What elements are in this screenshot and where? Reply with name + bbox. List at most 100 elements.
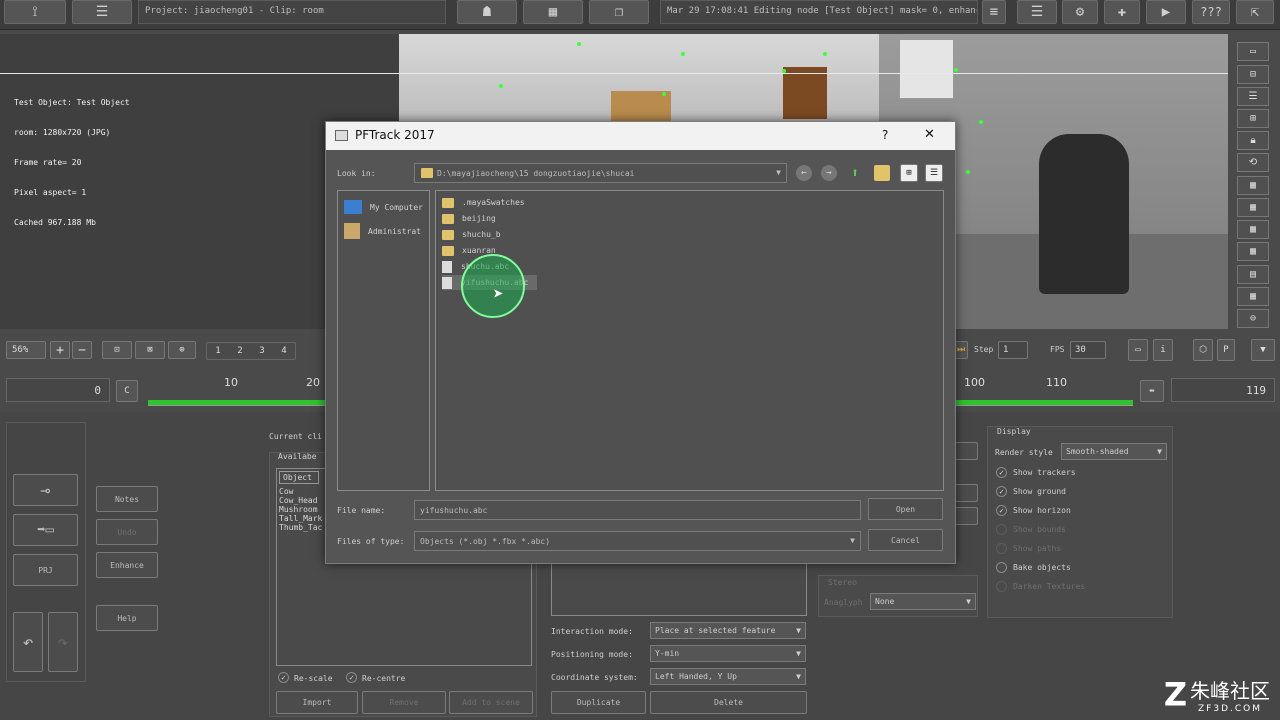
status-menu-button[interactable]: ≡ <box>982 0 1006 24</box>
side-field-1[interactable] <box>954 442 978 460</box>
view-1-button[interactable]: 1 <box>215 346 220 356</box>
tracker-point[interactable] <box>979 120 983 124</box>
view-single-button[interactable]: ▭ <box>1237 42 1269 61</box>
rescale-checkbox[interactable]: ✓ <box>278 672 289 683</box>
orbit-button[interactable]: ⟲ <box>1237 153 1269 172</box>
tracker-point[interactable] <box>499 84 503 88</box>
grid-wide-button[interactable]: ▤ <box>1237 265 1269 284</box>
list-header[interactable]: Object <box>279 471 319 484</box>
coordinate-system-select[interactable]: Left Handed, Y Up <box>650 668 806 685</box>
new-folder-button[interactable] <box>874 165 890 181</box>
zoom-in-button[interactable]: + <box>50 341 70 359</box>
import-button[interactable]: Import <box>276 691 358 714</box>
list-item[interactable]: Tall_Mark <box>279 514 322 523</box>
tracker-point[interactable] <box>954 68 958 72</box>
grid-remove-button[interactable]: ▦ <box>1237 220 1269 239</box>
node-tree-button[interactable]: ⟟ <box>4 0 66 24</box>
recentre-checkbox[interactable]: ✓ <box>346 672 357 683</box>
docs-view-button[interactable]: ❐ <box>589 0 649 24</box>
sidebar-item-my-computer[interactable]: My Computer <box>344 197 423 217</box>
list-item[interactable]: Cow <box>279 487 322 496</box>
back-button[interactable]: ← <box>796 165 812 181</box>
display-mode-button[interactable]: ▭ <box>1128 339 1148 361</box>
end-frame-field[interactable]: 119 <box>1171 378 1275 402</box>
display-option-checkbox[interactable] <box>996 524 1007 535</box>
zoom-field[interactable]: 56% <box>6 341 46 359</box>
list-item[interactable]: Thumb_Tac <box>279 523 322 532</box>
render-style-select[interactable]: Smooth-shaded <box>1061 443 1167 460</box>
delete-button[interactable]: Delete <box>650 691 807 714</box>
display-option-checkbox[interactable] <box>996 543 1007 554</box>
export-button[interactable]: ✚ <box>1104 0 1140 24</box>
help-button[interactable]: ??? <box>1192 0 1230 24</box>
redo-button[interactable]: ↷ <box>48 612 78 672</box>
tracker-point[interactable] <box>577 42 581 46</box>
dialog-close-button[interactable]: ✕ <box>924 127 935 142</box>
notes-button[interactable]: Notes <box>96 486 158 512</box>
add-to-scene-button[interactable]: Add to scene <box>449 691 533 714</box>
list-item[interactable]: Cow_Head <box>279 496 322 505</box>
file-list[interactable]: .mayaSwatchesbeijingshuchu_bxuanranshuch… <box>435 190 944 491</box>
duplicate-button[interactable]: Duplicate <box>551 691 646 714</box>
node-connect-button[interactable]: ⊸ <box>13 474 78 506</box>
zoom-fit-button[interactable]: ⊖ <box>1237 309 1269 328</box>
grid-large-button[interactable]: ▦ <box>1237 287 1269 306</box>
remove-button[interactable]: Remove <box>362 691 446 714</box>
p-button[interactable]: P <box>1217 339 1235 361</box>
file-type-select[interactable]: Objects (*.obj *.fbx *.abc) ▼ <box>414 531 861 551</box>
interaction-mode-select[interactable]: Place at selected feature <box>650 622 806 639</box>
step-field[interactable]: 1 <box>998 341 1028 359</box>
view-2-button[interactable]: 2 <box>237 346 242 356</box>
zoom-out-button[interactable]: − <box>72 341 92 359</box>
anaglyph-select[interactable]: None <box>870 593 976 610</box>
display-option-checkbox[interactable]: ✓ <box>996 486 1007 497</box>
tracker-point[interactable] <box>823 52 827 56</box>
undo-button[interactable]: ↶ <box>13 612 43 672</box>
side-field-2[interactable] <box>954 484 978 502</box>
camera-button[interactable]: ⊠ <box>135 341 165 359</box>
c-button[interactable]: C <box>116 380 138 402</box>
look-in-combo[interactable]: D:\mayajiaocheng\15 dongzuotiaojie\shuca… <box>414 163 787 183</box>
list-item[interactable]: beijing <box>442 211 496 226</box>
side-field-3[interactable] <box>954 507 978 525</box>
display-option-checkbox[interactable]: ✓ <box>996 505 1007 516</box>
display-option-checkbox[interactable] <box>996 581 1007 592</box>
grid-fine-button[interactable]: ▦ <box>1237 242 1269 261</box>
view-split-button[interactable]: ⊟ <box>1237 65 1269 84</box>
list-item[interactable]: .mayaSwatches <box>442 195 525 210</box>
view-3-button[interactable]: 3 <box>259 346 264 356</box>
tracker-point[interactable] <box>662 92 666 96</box>
fit-range-button[interactable]: ⇹ <box>1140 380 1164 402</box>
monitor-button[interactable]: ⊕ <box>168 341 196 359</box>
list-view-button[interactable]: ⊞ <box>900 164 918 182</box>
undo-node-button[interactable]: Undo <box>96 519 158 545</box>
forward-button[interactable]: → <box>821 165 837 181</box>
info-button[interactable]: i <box>1153 339 1173 361</box>
open-button[interactable]: Open <box>868 498 943 520</box>
up-folder-button[interactable]: ⬆ <box>847 165 863 181</box>
view-4-button[interactable]: 4 <box>281 346 286 356</box>
last-frame-button[interactable]: ⏭ <box>954 341 968 359</box>
list-item[interactable]: Mushroom <box>279 505 322 514</box>
fit-button[interactable]: ⊡ <box>102 341 132 359</box>
project-button[interactable]: PRJ <box>13 554 78 586</box>
view-quad-button[interactable]: ⊞ <box>1237 109 1269 128</box>
view-triple-button[interactable]: ☰ <box>1237 87 1269 106</box>
node-output-button[interactable]: ➡▭ <box>13 514 78 546</box>
lock-button[interactable]: 🔒︎ <box>1237 131 1269 150</box>
display-option-checkbox[interactable] <box>996 562 1007 573</box>
grid-add-button[interactable]: ▦ <box>1237 198 1269 217</box>
tracking-view-button[interactable]: ☗ <box>457 0 517 24</box>
detail-view-button[interactable]: ☰ <box>925 164 943 182</box>
cancel-button[interactable]: Cancel <box>868 529 943 551</box>
help-node-button[interactable]: Help <box>96 605 158 631</box>
sidebar-item-administrator[interactable]: Administrat <box>344 221 421 241</box>
node-list-button[interactable]: ☰ <box>72 0 132 24</box>
list-item[interactable]: shuchu_b <box>442 227 501 242</box>
dialog-help-button[interactable]: ? <box>882 128 888 142</box>
start-frame-field[interactable]: 0 <box>6 378 110 402</box>
grid-button[interactable]: ▦ <box>1237 176 1269 195</box>
playback-button[interactable]: ▶ <box>1146 0 1186 24</box>
layout-button[interactable]: ☰ <box>1017 0 1057 24</box>
file-name-input[interactable]: yifushuchu.abc <box>414 500 861 520</box>
